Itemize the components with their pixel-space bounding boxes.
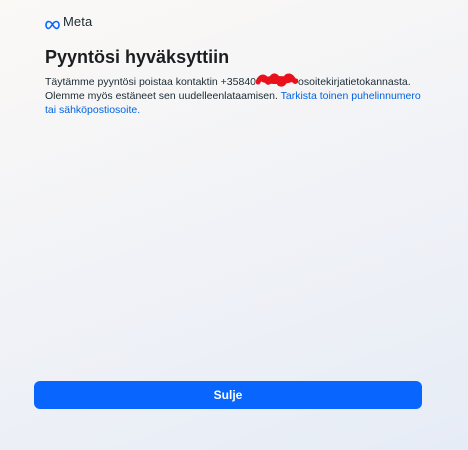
page-title: Pyyntösi hyväksyttiin xyxy=(45,47,230,67)
close-button[interactable]: Sulje xyxy=(34,381,422,409)
meta-infinity-icon xyxy=(45,17,60,29)
confirmation-message: Täytämme pyyntösi poistaa kontaktin +358… xyxy=(45,73,425,117)
redaction-scribble xyxy=(256,73,299,87)
phone-number-prefix: +35840 xyxy=(220,76,257,88)
meta-logo-text: Meta xyxy=(63,14,93,29)
message-text-start: Täytämme pyyntösi poistaa kontaktin xyxy=(45,76,218,88)
meta-logo: Meta xyxy=(45,14,92,29)
